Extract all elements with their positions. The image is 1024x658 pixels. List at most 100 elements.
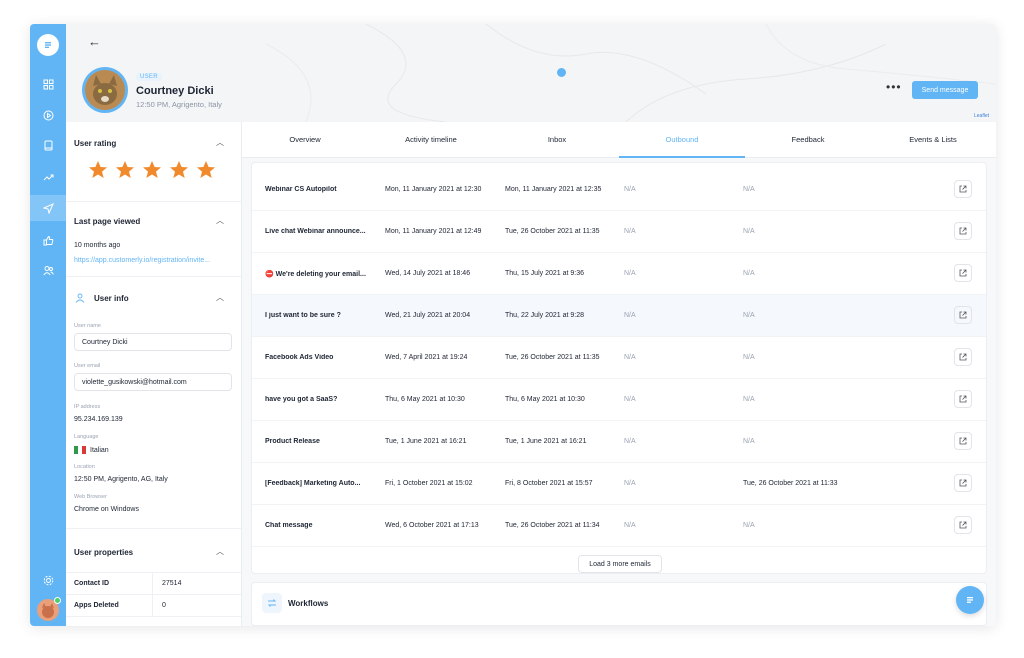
external-link-icon[interactable] [954, 348, 972, 366]
email-name: have you got a SaaS? [265, 396, 338, 403]
email-name: [Feedback] Marketing Auto... [265, 480, 361, 487]
email-sent-date: Tue, 1 June 2021 at 16:21 [385, 438, 467, 445]
star-rating [88, 160, 216, 180]
gear-icon[interactable] [30, 567, 66, 593]
property-value: 0 [162, 602, 166, 609]
trend-icon[interactable] [30, 164, 66, 190]
profile-header: ← USER Courtney Dicki 12:50 PM, Agrigent… [66, 24, 996, 122]
web-browser-label: Web Browser [74, 494, 107, 500]
email-name: Live chat Webinar announce... [265, 228, 366, 235]
chevron-up-icon[interactable]: ︿ [216, 137, 224, 148]
property-row: Contact ID 27514 [66, 572, 241, 595]
divider [66, 201, 241, 202]
sidebar [30, 24, 66, 626]
location-value: 12:50 PM, Agrigento, AG, Italy [74, 476, 168, 483]
tab-events-lists[interactable]: Events & Lists [870, 135, 996, 144]
external-link-icon[interactable] [954, 390, 972, 408]
email-clicked-date: N/A [624, 522, 636, 529]
email-row[interactable]: Chat message Wed, 6 October 2021 at 17:1… [252, 505, 986, 547]
email-clicked-date: N/A [624, 228, 636, 235]
chevron-up-icon[interactable]: ︿ [216, 292, 224, 303]
online-status-dot [54, 597, 61, 604]
email-clicked-date: N/A [624, 438, 636, 445]
email-row[interactable]: Webinar CS Autopilot Mon, 11 January 202… [252, 169, 986, 211]
email-opened-date: Thu, 15 July 2021 at 9:36 [505, 270, 584, 277]
load-more-emails-button[interactable]: Load 3 more emails [578, 555, 662, 573]
user-details-panel: User rating ︿ Last page viewed ︿ 10 mont… [66, 122, 242, 626]
external-link-icon[interactable] [954, 516, 972, 534]
star-icon [143, 161, 161, 178]
email-other-date: N/A [743, 438, 755, 445]
chevron-up-icon[interactable]: ︿ [216, 215, 224, 226]
tab-feedback[interactable]: Feedback [745, 135, 871, 144]
divider [66, 528, 241, 529]
user-name-field[interactable]: Courtney Dicki [74, 333, 232, 351]
workflow-icon [262, 593, 282, 613]
email-row[interactable]: Live chat Webinar announce... Mon, 11 Ja… [252, 211, 986, 253]
email-sent-date: Fri, 1 October 2021 at 15:02 [385, 480, 473, 487]
email-opened-date: Thu, 6 May 2021 at 10:30 [505, 396, 585, 403]
user-info-title: User info [94, 294, 129, 303]
property-key: Apps Deleted [74, 602, 119, 609]
star-icon [116, 161, 134, 178]
email-row[interactable]: Facebook Ads Video Wed, 7 April 2021 at … [252, 337, 986, 379]
send-icon[interactable] [30, 195, 66, 221]
book-icon[interactable] [30, 132, 66, 158]
email-opened-date: Tue, 26 October 2021 at 11:34 [505, 522, 600, 529]
external-link-icon[interactable] [954, 180, 972, 198]
active-tab-indicator [619, 156, 745, 158]
user-name: Courtney Dicki [136, 85, 214, 97]
external-link-icon[interactable] [954, 474, 972, 492]
email-name: Chat message [265, 522, 313, 529]
user-properties-title: User properties [74, 548, 134, 557]
property-row: Apps Deleted 0 [66, 594, 241, 617]
email-other-date: N/A [743, 354, 755, 361]
property-value: 27514 [162, 580, 182, 587]
language-label: Language [74, 434, 99, 440]
email-other-date: N/A [743, 396, 755, 403]
map-location-marker[interactable] [557, 68, 566, 77]
play-icon[interactable] [30, 102, 66, 128]
thumbs-up-icon[interactable] [30, 227, 66, 253]
send-message-button[interactable]: Send message [912, 81, 978, 99]
tab-activity-timeline[interactable]: Activity timeline [368, 135, 494, 144]
external-link-icon[interactable] [954, 432, 972, 450]
user-type-badge: USER [136, 73, 162, 81]
ip-address-label: IP address [74, 404, 101, 410]
external-link-icon[interactable] [954, 222, 972, 240]
email-sent-date: Thu, 6 May 2021 at 10:30 [385, 396, 465, 403]
user-email-field[interactable]: violette_gusikowski@hotmail.com [74, 373, 232, 391]
email-row[interactable]: [Feedback] Marketing Auto... Fri, 1 Octo… [252, 463, 986, 505]
chat-launcher-icon[interactable] [956, 586, 984, 614]
logo-icon[interactable] [37, 34, 59, 56]
external-link-icon[interactable] [954, 306, 972, 324]
external-link-icon[interactable] [954, 264, 972, 282]
property-row [66, 616, 241, 626]
email-row[interactable]: ⛔ We're deleting your email... Wed, 14 J… [252, 253, 986, 295]
email-row[interactable]: have you got a SaaS? Thu, 6 May 2021 at … [252, 379, 986, 421]
map-attribution-link[interactable]: Leaflet [974, 113, 989, 119]
email-opened-date: Tue, 26 October 2021 at 11:35 [505, 354, 600, 361]
users-icon[interactable] [30, 257, 66, 283]
email-clicked-date: N/A [624, 354, 636, 361]
email-other-date: Tue, 26 October 2021 at 11:33 [743, 480, 838, 487]
divider [66, 276, 241, 277]
workflows-title: Workflows [288, 599, 329, 608]
workflows-section[interactable]: Workflows [251, 582, 987, 626]
grid-icon[interactable] [30, 71, 66, 97]
email-other-date: N/A [743, 522, 755, 529]
chevron-up-icon[interactable]: ︿ [216, 546, 224, 557]
back-arrow-icon[interactable]: ← [88, 34, 101, 49]
email-row[interactable]: Product Release Tue, 1 June 2021 at 16:2… [252, 421, 986, 463]
more-options-icon[interactable]: ••• [886, 80, 902, 94]
email-sent-date: Wed, 7 April 2021 at 19:24 [385, 354, 468, 361]
email-row[interactable]: I just want to be sure ? Wed, 21 July 20… [252, 295, 986, 337]
main-content: Overview Activity timeline Inbox Outboun… [242, 122, 996, 626]
last-page-url-link[interactable]: https://app.customerly.io/registration/i… [74, 257, 210, 264]
email-name: I just want to be sure ? [265, 312, 341, 319]
tab-inbox[interactable]: Inbox [494, 135, 620, 144]
app-window: ← USER Courtney Dicki 12:50 PM, Agrigent… [30, 24, 996, 626]
tab-outbound[interactable]: Outbound [619, 135, 745, 144]
divider [152, 573, 153, 595]
tab-overview[interactable]: Overview [242, 135, 368, 144]
